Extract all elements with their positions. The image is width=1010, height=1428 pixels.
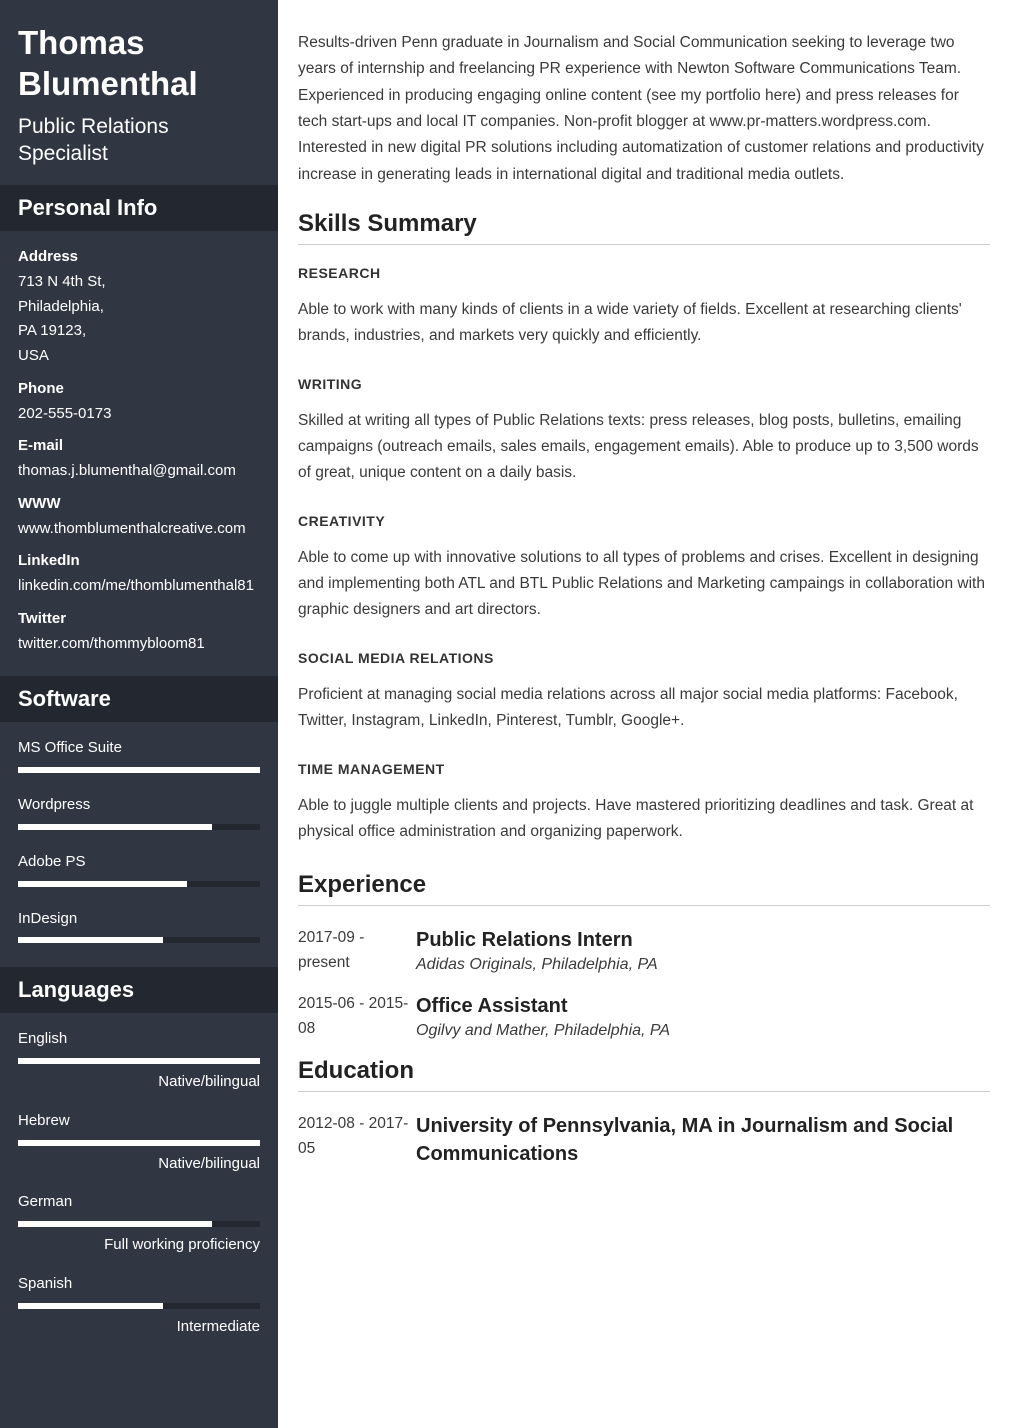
skill-bar-fill xyxy=(18,1221,212,1227)
personal-info-body: Address713 N 4th St,Philadelphia,PA 1912… xyxy=(0,231,278,676)
info-value: thomas.j.blumenthal@gmail.com xyxy=(18,459,260,484)
software-item: InDesign xyxy=(18,907,260,944)
software-item: Adobe PS xyxy=(18,850,260,887)
language-level: Native/bilingual xyxy=(18,1070,260,1095)
info-label: Address xyxy=(18,245,260,270)
education-title: University of Pennsylvania, MA in Journa… xyxy=(416,1112,990,1168)
software-name: InDesign xyxy=(18,907,260,932)
info-label: E-mail xyxy=(18,434,260,459)
experience-header: Experience xyxy=(298,871,990,906)
language-name: Spanish xyxy=(18,1272,260,1297)
education-container: 2012-08 - 2017-05University of Pennsylva… xyxy=(298,1112,990,1168)
info-value: USA xyxy=(18,344,260,369)
experience-dates: 2015-06 - 2015-08 xyxy=(298,992,416,1042)
info-value: twitter.com/thommybloom81 xyxy=(18,632,260,657)
skill-bar xyxy=(18,937,260,943)
language-name: Hebrew xyxy=(18,1109,260,1134)
education-item: 2012-08 - 2017-05University of Pennsylva… xyxy=(298,1112,990,1168)
language-item: Hebrew Native/bilingual xyxy=(18,1109,260,1177)
info-value: PA 19123, xyxy=(18,319,260,344)
info-value: www.thomblumenthalcreative.com xyxy=(18,517,260,542)
experience-company: Ogilvy and Mather, Philadelphia, PA xyxy=(416,1022,990,1040)
skill-heading: RESEARCH xyxy=(298,265,990,281)
skill-block: RESEARCH Able to work with many kinds of … xyxy=(298,265,990,350)
info-label: LinkedIn xyxy=(18,549,260,574)
name-block: Thomas Blumenthal Public Relations Speci… xyxy=(0,0,278,185)
skill-bar-fill xyxy=(18,881,187,887)
experience-dates: 2017-09 - present xyxy=(298,926,416,976)
skill-block: CREATIVITY Able to come up with innovativ… xyxy=(298,513,990,624)
sidebar: Thomas Blumenthal Public Relations Speci… xyxy=(0,0,278,1428)
languages-body: English Native/bilingual Hebrew Native/bili… xyxy=(0,1013,278,1359)
skill-block: SOCIAL MEDIA RELATIONS Proficient at mana… xyxy=(298,650,990,735)
software-header: Software xyxy=(0,676,278,722)
experience-title: Public Relations Intern xyxy=(416,926,990,954)
language-level: Native/bilingual xyxy=(18,1152,260,1177)
skill-heading: SOCIAL MEDIA RELATIONS xyxy=(298,650,990,666)
profile-summary: Results-driven Penn graduate in Journali… xyxy=(298,30,990,188)
experience-body: Public Relations Intern Adidas Originals,… xyxy=(416,926,990,976)
skill-description: Able to juggle multiple clients and proj… xyxy=(298,793,990,846)
experience-title: Office Assistant xyxy=(416,992,990,1020)
software-item: MS Office Suite xyxy=(18,736,260,773)
software-name: Adobe PS xyxy=(18,850,260,875)
skill-description: Proficient at managing social media rela… xyxy=(298,682,990,735)
language-level: Intermediate xyxy=(18,1315,260,1340)
software-item: Wordpress xyxy=(18,793,260,830)
skill-heading: CREATIVITY xyxy=(298,513,990,529)
education-header: Education xyxy=(298,1057,990,1092)
info-value: 713 N 4th St, xyxy=(18,270,260,295)
skill-bar xyxy=(18,1303,260,1309)
experience-body: Office Assistant Ogilvy and Mather, Phila… xyxy=(416,992,990,1042)
education-body: University of Pennsylvania, MA in Journa… xyxy=(416,1112,990,1168)
experience-container: 2017-09 - presentPublic Relations Intern… xyxy=(298,926,990,1041)
skill-heading: TIME MANAGEMENT xyxy=(298,761,990,777)
skill-bar xyxy=(18,767,260,773)
skill-bar-fill xyxy=(18,824,212,830)
person-name: Thomas Blumenthal xyxy=(18,22,260,105)
info-value: 202-555-0173 xyxy=(18,402,260,427)
info-value: linkedin.com/me/thomblumenthal81 xyxy=(18,574,260,599)
language-item: German Full working proficiency xyxy=(18,1190,260,1258)
skill-heading: WRITING xyxy=(298,376,990,392)
skill-description: Skilled at writing all types of Public R… xyxy=(298,408,990,487)
software-name: MS Office Suite xyxy=(18,736,260,761)
skill-description: Able to work with many kinds of clients … xyxy=(298,297,990,350)
skill-bar-fill xyxy=(18,937,163,943)
skill-block: TIME MANAGEMENT Able to juggle multiple c… xyxy=(298,761,990,846)
skill-bar xyxy=(18,881,260,887)
info-value: Philadelphia, xyxy=(18,295,260,320)
skill-bar xyxy=(18,824,260,830)
info-label: Phone xyxy=(18,377,260,402)
skill-bar xyxy=(18,1058,260,1064)
language-name: English xyxy=(18,1027,260,1052)
education-dates: 2012-08 - 2017-05 xyxy=(298,1112,416,1168)
skill-block: WRITING Skilled at writing all types of P… xyxy=(298,376,990,487)
skill-bar-fill xyxy=(18,767,260,773)
skills-summary-header: Skills Summary xyxy=(298,210,990,245)
language-item: Spanish Intermediate xyxy=(18,1272,260,1340)
skill-bar-fill xyxy=(18,1140,260,1146)
software-name: Wordpress xyxy=(18,793,260,818)
job-title: Public Relations Specialist xyxy=(18,113,260,168)
language-name: German xyxy=(18,1190,260,1215)
main-content: Results-driven Penn graduate in Journali… xyxy=(278,0,1010,1428)
skill-bar xyxy=(18,1221,260,1227)
language-item: English Native/bilingual xyxy=(18,1027,260,1095)
experience-item: 2017-09 - presentPublic Relations Intern… xyxy=(298,926,990,976)
skill-description: Able to come up with innovative solution… xyxy=(298,545,990,624)
skill-bar-fill xyxy=(18,1058,260,1064)
software-body: MS Office Suite Wordpress Adobe PS InDesign xyxy=(0,722,278,967)
language-level: Full working proficiency xyxy=(18,1233,260,1258)
skill-bar-fill xyxy=(18,1303,163,1309)
skills-container: RESEARCH Able to work with many kinds of … xyxy=(298,265,990,845)
languages-header: Languages xyxy=(0,967,278,1013)
skill-bar xyxy=(18,1140,260,1146)
info-label: WWW xyxy=(18,492,260,517)
info-label: Twitter xyxy=(18,607,260,632)
personal-info-header: Personal Info xyxy=(0,185,278,231)
experience-item: 2015-06 - 2015-08Office Assistant Ogilvy … xyxy=(298,992,990,1042)
experience-company: Adidas Originals, Philadelphia, PA xyxy=(416,956,990,974)
